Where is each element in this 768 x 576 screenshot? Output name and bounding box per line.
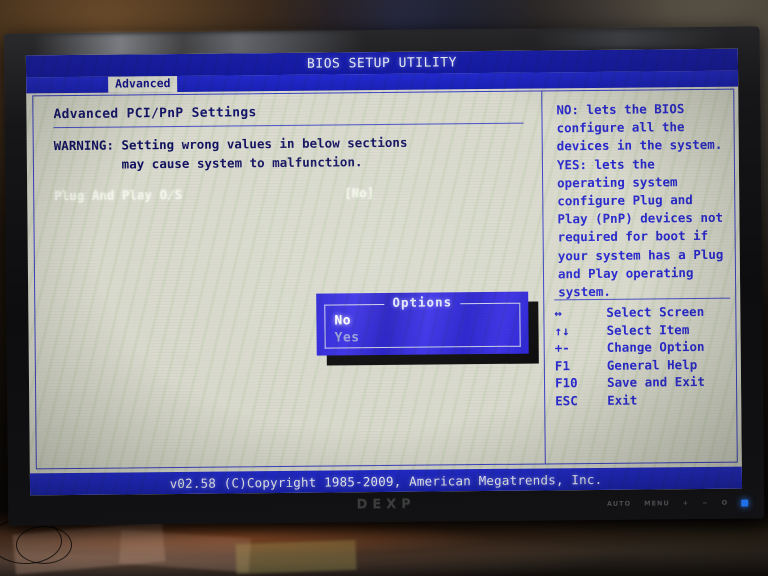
copyright-text: v02.58 (C)Copyright 1985-2009, American … [169, 471, 603, 491]
monitor-osd-controls: AUTO MENU + − O [607, 499, 749, 508]
key-legend-row: +- Change Option [555, 339, 730, 358]
settings-pane: Advanced PCI/PnP Settings WARNING: Setti… [33, 91, 545, 468]
key-description: Select Item [606, 321, 690, 338]
key-legend-row: F1 General Help [555, 356, 730, 375]
cable [16, 526, 72, 564]
osd-button-auto[interactable]: AUTO [607, 500, 631, 508]
osd-button-minus[interactable]: − [702, 499, 709, 507]
osd-button-plus[interactable]: + [683, 499, 690, 507]
key-legend-row: ↔ Select Screen [554, 304, 729, 323]
power-led-indicator [741, 499, 749, 507]
key-description: General Help [606, 356, 698, 373]
setting-value[interactable]: [No] [344, 185, 374, 200]
key-legend-row: F10 Save and Exit [555, 374, 730, 393]
dialog-title: Options [392, 294, 453, 310]
key-glyph: F10 [554, 375, 578, 391]
desk-paper [235, 539, 357, 575]
setting-row-plug-and-play-os[interactable]: Plug And Play O/S [No] [54, 184, 524, 206]
key-legend-row: ESC Exit [555, 392, 730, 411]
key-description: Save and Exit [606, 374, 705, 391]
monitor: BIOS SETUP UTILITY Advanced Advanced PCI… [3, 26, 765, 526]
key-legend-row: ↑↓ Select Item [554, 321, 729, 340]
bios-content-frame: Advanced PCI/PnP Settings WARNING: Setti… [32, 88, 738, 470]
section-underline [53, 122, 524, 129]
key-description: Exit [607, 392, 638, 408]
osd-button-menu[interactable]: MENU [644, 499, 670, 507]
key-glyph: ESC [555, 393, 578, 409]
key-glyph: F1 [554, 358, 571, 374]
options-dialog[interactable]: Options No Yes [305, 282, 541, 370]
key-glyph: ↔ [554, 305, 562, 321]
key-legend: ↔ Select Screen ↑↓ Select Item +- Change… [554, 304, 730, 411]
help-text: NO: lets the BIOS configure all the devi… [556, 101, 724, 300]
dialog-body: Options No Yes [316, 291, 529, 356]
bios-screen: BIOS SETUP UTILITY Advanced Advanced PCI… [25, 48, 743, 496]
option-item-yes[interactable]: Yes [335, 330, 360, 345]
key-glyph: +- [554, 340, 570, 356]
bezel-reflection-secondary [532, 28, 730, 49]
warning-text: WARNING: Setting wrong values in below s… [53, 134, 408, 173]
help-pane: NO: lets the BIOS configure all the devi… [542, 90, 737, 464]
desk-paper [118, 529, 252, 573]
tab-advanced[interactable]: Advanced [108, 75, 178, 93]
key-description: Change Option [606, 339, 705, 356]
section-title: Advanced PCI/PnP Settings [53, 105, 257, 123]
bios-title: BIOS SETUP UTILITY [306, 54, 457, 72]
key-description: Select Screen [606, 303, 705, 320]
option-item-no[interactable]: No [334, 313, 351, 328]
osd-button-power[interactable]: O [722, 499, 729, 507]
setting-label: Plug And Play O/S [54, 186, 183, 204]
key-glyph: ↑↓ [554, 322, 570, 338]
